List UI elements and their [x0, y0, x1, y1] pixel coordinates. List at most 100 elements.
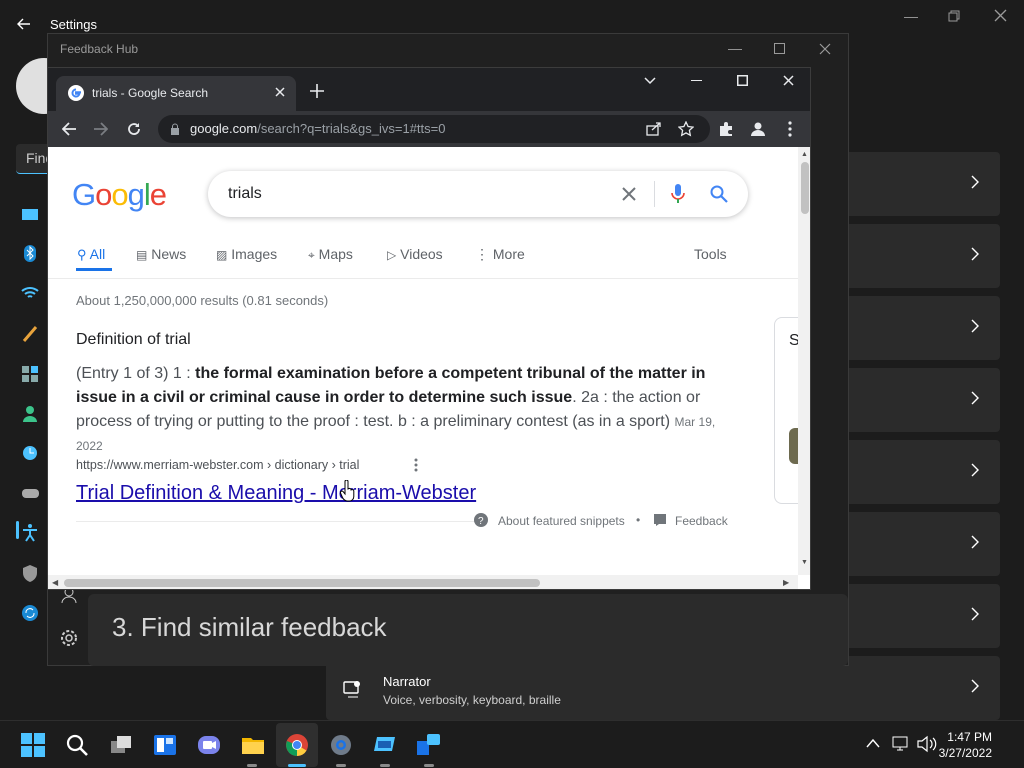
active-indicator: [288, 764, 306, 767]
chrome-maximize-button[interactable]: [737, 75, 748, 86]
result-cite[interactable]: https://www.merriam-webster.com › dictio…: [76, 458, 359, 472]
file-explorer-icon[interactable]: [241, 733, 265, 757]
back-arrow-icon[interactable]: [62, 122, 76, 136]
result-stats: About 1,250,000,000 results (0.81 second…: [76, 293, 329, 308]
network-icon[interactable]: [892, 736, 910, 752]
horizontal-scrollbar[interactable]: ◀ ▶: [48, 575, 798, 589]
search-magnifier-icon[interactable]: [710, 185, 728, 203]
forward-arrow-icon[interactable]: [94, 122, 108, 136]
active-tab-underline: [76, 268, 112, 271]
google-logo[interactable]: Google: [72, 177, 167, 213]
privacy-shield-icon[interactable]: [20, 563, 42, 585]
wifi-icon[interactable]: [20, 283, 42, 305]
fh-maximize-button[interactable]: [774, 43, 785, 54]
tab-news[interactable]: ▤ News: [136, 246, 186, 262]
running-indicator: [247, 764, 257, 767]
chrome-toolbar: google.com/search?q=trials&gs_ivs=1#tts=…: [48, 111, 810, 147]
tab-videos[interactable]: ▷ Videos: [387, 246, 443, 262]
profile-icon[interactable]: [750, 121, 766, 137]
featured-snippet-text: (Entry 1 of 3) 1 : the formal examinatio…: [76, 365, 716, 453]
divider: [76, 521, 476, 522]
tab-maps[interactable]: ⌖ Maps: [308, 246, 353, 263]
clock-date: 3/27/2022: [938, 746, 992, 760]
extensions-puzzle-icon[interactable]: [718, 121, 734, 137]
accounts-icon[interactable]: [20, 403, 42, 425]
running-indicator: [380, 764, 390, 767]
find-similar-feedback-section: 3. Find similar feedback: [88, 594, 848, 666]
settings-minimize-button[interactable]: —: [904, 8, 918, 24]
narrator-icon: [342, 678, 364, 700]
running-indicator: [424, 764, 434, 767]
vertical-scroll-thumb[interactable]: [801, 162, 809, 214]
tab-more[interactable]: ⋮ More: [475, 246, 525, 263]
chrome-close-button[interactable]: [783, 75, 794, 86]
back-arrow-icon[interactable]: [14, 14, 34, 34]
vertical-scrollbar[interactable]: ▲ ▼: [798, 147, 810, 575]
clear-search-icon[interactable]: [622, 187, 636, 201]
tab-search-chevron-icon[interactable]: [644, 77, 656, 85]
feedback-link[interactable]: Feedback: [675, 514, 728, 528]
tab-images[interactable]: ▨ Images: [216, 246, 277, 262]
fh-settings-gear-icon[interactable]: [60, 629, 78, 647]
google-results-page: Google trials ⚲ All ▤ News ▨ Images ⌖ Ma…: [48, 147, 810, 575]
about-featured-snippets-link[interactable]: About featured snippets: [498, 514, 625, 528]
taskbar-clock[interactable]: 1:47 PM 3/27/2022: [939, 729, 992, 761]
app-icon[interactable]: [373, 733, 397, 757]
clock-time: 1:47 PM: [947, 730, 992, 744]
reload-icon[interactable]: [126, 121, 142, 137]
taskbar: 1:47 PM 3/27/2022: [0, 720, 1024, 768]
narrator-subtitle: Voice, verbosity, keyboard, braille: [383, 693, 561, 707]
fh-close-button[interactable]: [819, 43, 831, 55]
definition-heading: Definition of trial: [76, 331, 191, 348]
chrome-menu-icon[interactable]: [788, 121, 792, 137]
search-query-input[interactable]: trials: [228, 185, 262, 203]
windows-update-icon[interactable]: [20, 603, 42, 625]
tools-button[interactable]: Tools: [694, 246, 727, 262]
task-view-icon[interactable]: [109, 733, 133, 757]
settings-close-button[interactable]: [994, 9, 1007, 22]
teams-chat-icon[interactable]: [197, 733, 221, 757]
divider: [654, 181, 655, 207]
fh-minimize-button[interactable]: —: [728, 40, 742, 56]
volume-icon[interactable]: [917, 735, 937, 753]
separator-dot: •: [636, 513, 641, 527]
running-indicator: [336, 764, 346, 767]
share-icon[interactable]: [646, 121, 662, 137]
settings-restore-button[interactable]: [948, 10, 960, 22]
accessibility-icon[interactable]: [20, 522, 42, 544]
chrome-icon[interactable]: [285, 733, 309, 757]
widgets-icon[interactable]: [153, 733, 177, 757]
result-title-link[interactable]: Trial Definition & Meaning - Merriam-Web…: [76, 482, 476, 505]
browser-tab[interactable]: trials - Google Search: [56, 76, 296, 111]
help-question-icon: ?: [474, 513, 488, 527]
bookmark-star-icon[interactable]: [678, 121, 694, 137]
google-favicon-icon: [68, 85, 84, 101]
tab-close-icon[interactable]: [275, 87, 285, 97]
tray-chevron-up-icon[interactable]: [866, 738, 880, 748]
horizontal-scroll-thumb[interactable]: [64, 579, 540, 587]
result-more-options-icon[interactable]: [414, 458, 418, 472]
svg-text:?: ?: [478, 516, 484, 527]
system-icon[interactable]: [20, 204, 42, 226]
start-windows-icon[interactable]: [21, 733, 45, 757]
feedback-flag-icon: [654, 514, 666, 526]
url-text: google.com/search?q=trials&gs_ivs=1#tts=…: [190, 121, 446, 136]
tab-all[interactable]: ⚲ All: [77, 246, 105, 263]
search-box[interactable]: trials: [208, 171, 748, 217]
time-language-icon[interactable]: [20, 443, 42, 465]
tab-title: trials - Google Search: [92, 86, 209, 100]
narrator-title: Narrator: [383, 674, 431, 689]
apps-icon[interactable]: [20, 363, 42, 385]
voice-search-mic-icon[interactable]: [671, 183, 685, 205]
search-icon[interactable]: [65, 733, 89, 757]
feedback-hub-icon[interactable]: [417, 733, 441, 757]
new-tab-plus-icon[interactable]: [310, 84, 324, 98]
settings-gear-icon[interactable]: [329, 733, 353, 757]
lock-icon[interactable]: [170, 123, 180, 135]
bluetooth-icon[interactable]: [20, 243, 42, 265]
chrome-minimize-button[interactable]: [691, 80, 702, 81]
personalization-brush-icon[interactable]: [20, 323, 42, 345]
gaming-icon[interactable]: [20, 483, 42, 505]
find-similar-feedback-heading: 3. Find similar feedback: [112, 612, 387, 642]
address-bar[interactable]: google.com/search?q=trials&gs_ivs=1#tts=…: [158, 115, 710, 143]
